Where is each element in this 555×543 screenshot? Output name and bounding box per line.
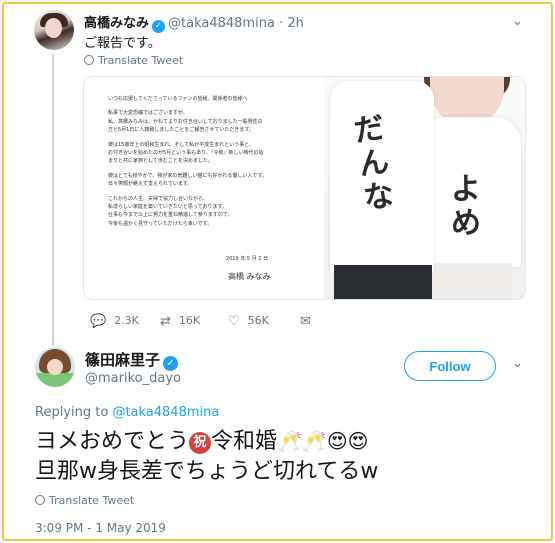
thread-line	[52, 54, 54, 346]
letter-line: 私達らしい家庭を築いていきたいと思っております。	[108, 204, 227, 211]
retweet-button[interactable]: ⇄ 16K	[160, 314, 200, 329]
dm-button[interactable]: ✉	[300, 314, 319, 329]
envelope-icon: ✉	[300, 314, 311, 329]
translate-tweet-link[interactable]: Translate Tweet	[35, 494, 134, 507]
letter-line: 今後も温かく見守っていただけたら幸いです。	[108, 220, 213, 227]
letter-line: 彼は15歳年上の昭和生まれ。そして私が平成生まれという事と、	[108, 141, 255, 148]
parent-tweet[interactable]: 高橋みなみ ✓ @taka4848mina · 2h ⌄ ご報告です。 Transl…	[4, 4, 551, 346]
chevron-down-icon[interactable]: ⌄	[512, 14, 523, 29]
retweet-icon: ⇄	[160, 314, 171, 329]
letter-line: 方と5月1日に入籍致しましたことをご報告させていただきます。	[108, 127, 254, 134]
letter-line: 仕事も今まで以上に努力を重ね精進して参りますので、	[108, 212, 233, 219]
tweet-media[interactable]: いつも応援してくださっているファンの皆様、関係者の皆様へ 私事で大変恐縮ではござい…	[83, 76, 526, 300]
letter-line: お付き合いを始めたのが5月という事もあり、『令和』新しい時代の始	[108, 150, 264, 157]
reply-author-name[interactable]: 篠田麻里子 ✓	[85, 349, 181, 371]
celebration-badge: 祝	[189, 432, 212, 454]
letter-line: 私事で大変恐縮ではございますが、	[108, 110, 188, 117]
avatar[interactable]	[35, 347, 75, 387]
author-handle[interactable]: @taka4848mina	[168, 16, 275, 31]
replying-to-link[interactable]: @taka4848mina	[112, 405, 219, 420]
reply-button[interactable]: 💬 2.3K	[90, 314, 139, 329]
couple-photo: だんな よめ	[324, 77, 525, 299]
letter-line: まりと共に家族として歩むことを決めました。	[108, 158, 213, 165]
letter-text: いつも応援してくださっているファンの皆様、関係者の皆様へ 私事で大変恐縮ではござい…	[108, 95, 310, 228]
avatar[interactable]	[34, 10, 74, 50]
like-button[interactable]: ♡ 56K	[228, 314, 269, 329]
translate-tweet-link[interactable]: Translate Tweet	[84, 54, 183, 67]
reply-icon: 💬	[90, 314, 107, 329]
heart-icon: ♡	[228, 314, 240, 329]
reply-author-handle[interactable]: @mariko_dayo	[85, 371, 181, 386]
follow-button[interactable]: Follow	[404, 351, 496, 381]
shirt-text-right: よめ	[451, 172, 481, 241]
replying-to: Replying to @taka4848mina	[35, 405, 220, 420]
letter-line: これからの人生、夫婦で協力し合いながら、	[108, 195, 209, 202]
globe-icon	[35, 495, 45, 505]
letter-date: 2019 年 5 月 2 日	[226, 256, 269, 262]
letter-image: いつも応援してくださっているファンの皆様、関係者の皆様へ 私事で大変恐縮ではござい…	[84, 77, 324, 299]
tweet-time[interactable]: · 2h	[279, 16, 304, 31]
verified-check-icon: ✓	[163, 356, 179, 371]
tweet-text: ご報告です。	[84, 36, 161, 51]
letter-line: 私、高橋みなみは、かねてよりお付き合いしておりました一般男性の	[108, 118, 263, 125]
letter-signature: 高橋 みなみ	[228, 272, 271, 281]
reply-text: ヨメおめでとう祝令和婚🥂🥂😍😍 旦那w身長差でちょうど切れてるw	[35, 429, 379, 484]
letter-line: 彼はとても穏やかで、我が家の気難しい猫にも好かれる優しい人です。	[108, 172, 267, 179]
tweet-card: 高橋みなみ ✓ @taka4848mina · 2h ⌄ ご報告です。 Transl…	[2, 2, 553, 541]
emoji-group: 🥂🥂😍😍	[277, 429, 369, 453]
parent-tweet-header: 高橋みなみ ✓ @taka4848mina · 2h	[84, 12, 304, 33]
reply-timestamp[interactable]: 3:09 PM - 1 May 2019	[35, 521, 166, 535]
globe-icon	[84, 55, 94, 65]
letter-line: 日々笑顔が絶えず支えられています。	[108, 181, 193, 188]
letter-line: いつも応援してくださっているファンの皆様、関係者の皆様へ	[108, 96, 248, 102]
chevron-down-icon[interactable]: ⌄	[512, 356, 523, 371]
author-name[interactable]: 高橋みなみ	[84, 16, 149, 31]
